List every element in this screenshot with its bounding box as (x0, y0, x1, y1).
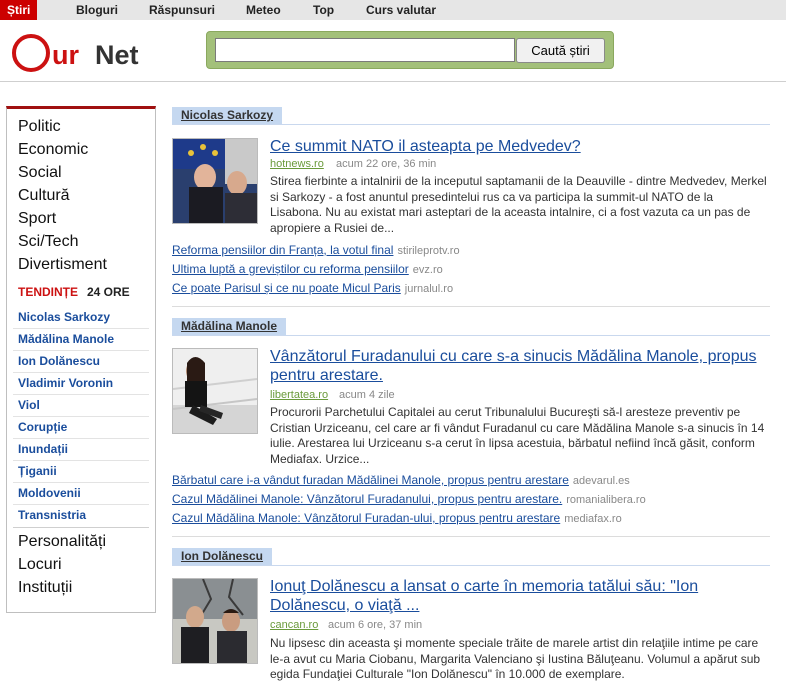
extra-personalitati[interactable]: Personalități (18, 533, 106, 551)
section-title[interactable]: Ion Dolănescu (172, 548, 273, 565)
trend-divider (13, 438, 149, 439)
news-thumbnail[interactable] (172, 348, 258, 434)
category-politic[interactable]: Politic (18, 118, 61, 136)
sidebar: Politic Economic Social Cultură Sport Sc… (6, 106, 156, 613)
trend-divider (13, 460, 149, 461)
news-time: acum 6 ore, 37 min (328, 619, 423, 631)
section-header: Mădălina Manole (172, 318, 770, 336)
news-source[interactable]: libertatea.ro (270, 389, 328, 401)
tab-meteo[interactable]: Meteo (246, 0, 281, 20)
related-source: stirileprotv.ro (397, 245, 460, 257)
trend-inundatii[interactable]: Inundații (18, 442, 148, 456)
related-source: jurnalul.ro (404, 283, 454, 295)
news-source[interactable]: cancan.ro (270, 619, 318, 631)
trend-viol[interactable]: Viol (18, 398, 148, 412)
related-source: adevarul.es (572, 475, 630, 487)
news-thumbnail[interactable] (172, 138, 258, 224)
related-title[interactable]: Bărbatul care i-a vândut furadan Mădălin… (172, 473, 569, 487)
trends-period[interactable]: 24 ORE (87, 285, 130, 299)
category-cultura[interactable]: Cultură (18, 187, 70, 205)
trends-title: TENDINȚE (18, 285, 78, 299)
tab-top[interactable]: Top (313, 0, 334, 20)
related-title[interactable]: Cazul Mădălina Manole: Vânzătorul Furada… (172, 511, 560, 525)
extra-institutii[interactable]: Instituții (18, 579, 72, 597)
trend-coruptie[interactable]: Corupție (18, 420, 148, 434)
sidebar-divider (13, 527, 149, 528)
trend-moldovenii[interactable]: Moldovenii (18, 486, 148, 500)
section-title[interactable]: Nicolas Sarkozy (172, 107, 283, 124)
news-source[interactable]: hotnews.ro (270, 158, 324, 170)
trend-divider (13, 482, 149, 483)
category-scitech[interactable]: Sci/Tech (18, 233, 78, 251)
tab-curs-valutar[interactable]: Curs valutar (366, 0, 436, 20)
related-link: Reforma pensiilor din Franța, la votul f… (172, 243, 460, 257)
logo-net: Net (95, 40, 139, 70)
trend-divider (13, 328, 149, 329)
related-link: Ce poate Parisul și ce nu poate Micul Pa… (172, 281, 453, 295)
logo-o-ring (12, 34, 50, 72)
tab-stiri[interactable]: Știri (0, 0, 38, 20)
extra-locuri[interactable]: Locuri (18, 556, 62, 574)
section-header: Ion Dolănescu (172, 548, 770, 566)
related-link: Bărbatul care i-a vândut furadan Mădălin… (172, 473, 630, 487)
trend-ion-dolanescu[interactable]: Ion Dolănescu (18, 354, 148, 368)
related-source: romanialibera.ro (566, 494, 646, 506)
trend-madalina-manole[interactable]: Mădălina Manole (18, 332, 148, 346)
related-source: mediafax.ro (564, 513, 622, 525)
logo-ur: ur (52, 40, 79, 70)
news-summary: Stirea fierbinte a intalnirii de la ince… (270, 174, 767, 235)
news-headline[interactable]: Ce summit NATO il asteapta pe Medvedev? (270, 137, 770, 156)
related-title[interactable]: Ultima luptă a greviștilor cu reforma pe… (172, 262, 409, 276)
top-navigation: Știri Bloguri Răspunsuri Meteo Top Curs … (0, 0, 786, 20)
related-link: Cazul Mădălina Manole: Vânzătorul Furada… (172, 511, 622, 525)
section-divider (172, 306, 770, 307)
news-summary: Procurorii Parchetului Capitalei au ceru… (270, 405, 765, 466)
manole-photo-icon (173, 349, 257, 433)
trend-vladimir-voronin[interactable]: Vladimir Voronin (18, 376, 148, 390)
related-source: evz.ro (412, 264, 443, 276)
search-input[interactable] (215, 38, 515, 62)
related-link: Cazul Mădălinei Manole: Vânzătorul Furad… (172, 492, 646, 506)
category-social[interactable]: Social (18, 164, 62, 182)
news-time: acum 4 zile (339, 389, 395, 401)
category-economic[interactable]: Economic (18, 141, 88, 159)
related-link: Ultima luptă a greviștilor cu reforma pe… (172, 262, 443, 276)
tab-raspunsuri[interactable]: Răspunsuri (149, 0, 215, 20)
news-headline[interactable]: Vânzătorul Furadanului cu care s-a sinuc… (270, 347, 770, 385)
trend-divider (13, 394, 149, 395)
related-title[interactable]: Ce poate Parisul și ce nu poate Micul Pa… (172, 281, 401, 295)
trend-divider (13, 372, 149, 373)
news-thumbnail[interactable] (172, 578, 258, 664)
related-title[interactable]: Cazul Mădălinei Manole: Vânzătorul Furad… (172, 492, 562, 506)
trend-divider (13, 504, 149, 505)
trend-transnistria[interactable]: Transnistria (18, 508, 148, 522)
related-title[interactable]: Reforma pensiilor din Franța, la votul f… (172, 243, 393, 257)
sarkozy-photo-icon (173, 139, 257, 223)
dolanescu-photo-icon (173, 579, 257, 663)
news-summary: Nu lipsesc din aceasta şi momente specia… (270, 636, 761, 681)
search-button[interactable]: Caută știri (516, 38, 605, 63)
section-divider (172, 536, 770, 537)
section-title[interactable]: Mădălina Manole (172, 318, 287, 335)
news-headline[interactable]: Ionuţ Dolănescu a lansat o carte în memo… (270, 577, 770, 615)
trend-nicolas-sarkozy[interactable]: Nicolas Sarkozy (18, 310, 148, 324)
section-header: Nicolas Sarkozy (172, 107, 770, 125)
tab-bloguri[interactable]: Bloguri (76, 0, 118, 20)
header-divider (0, 81, 786, 82)
category-divertisment[interactable]: Divertisment (18, 256, 107, 274)
trend-divider (13, 350, 149, 351)
news-time: acum 22 ore, 36 min (336, 158, 437, 170)
category-sport[interactable]: Sport (18, 210, 56, 228)
trend-tiganii[interactable]: Țiganii (18, 464, 148, 478)
search-box: Caută știri (206, 31, 614, 69)
trend-divider (13, 416, 149, 417)
